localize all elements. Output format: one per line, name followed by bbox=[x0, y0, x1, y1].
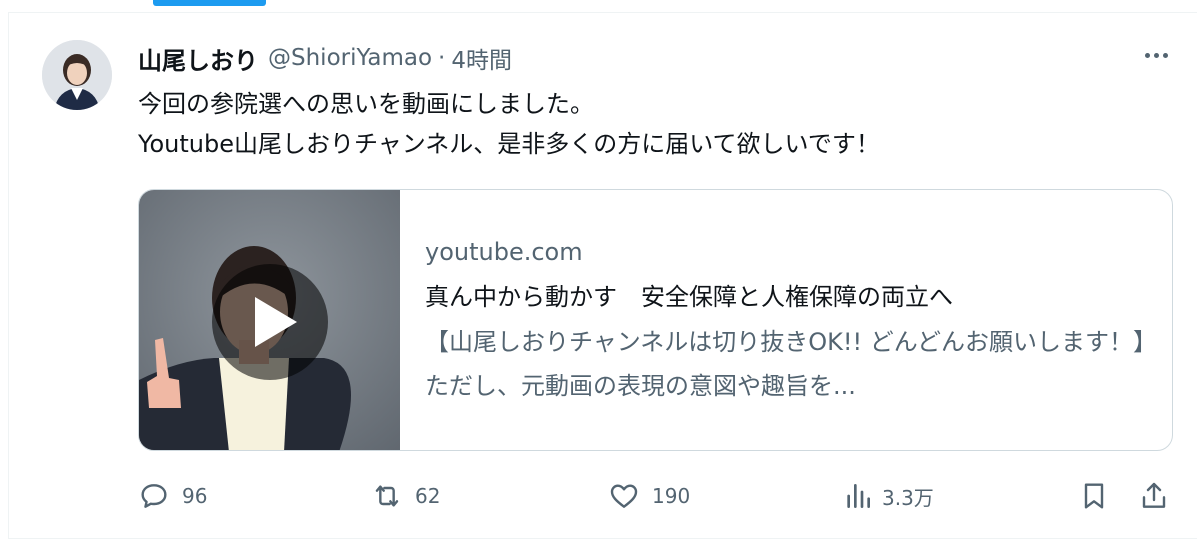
card-domain: youtube.com bbox=[425, 238, 583, 266]
heart-icon bbox=[610, 484, 638, 508]
tab-active-indicator bbox=[153, 0, 266, 6]
tweet-actions: 96 62 190 3.3万 bbox=[138, 474, 1173, 518]
bookmark-icon bbox=[1084, 483, 1104, 509]
like-button[interactable]: 190 bbox=[608, 474, 690, 518]
more-icon[interactable] bbox=[1138, 44, 1174, 66]
tweet-header: 山尾しおり @ShioriYamao · 4時間 bbox=[138, 38, 512, 78]
like-count: 190 bbox=[652, 484, 691, 508]
author-handle[interactable]: @ShioriYamao bbox=[268, 45, 432, 71]
share-icon bbox=[1142, 482, 1166, 508]
views-button[interactable]: 3.3万 bbox=[842, 474, 934, 518]
reply-count: 96 bbox=[182, 484, 208, 508]
avatar[interactable] bbox=[42, 40, 112, 110]
card-body: youtube.com 真ん中から動かす 安全保障と人権保障の両立へ 【山尾しお… bbox=[425, 232, 1155, 408]
card-description: 【山尾しおりチャンネルは切り抜きOK!! どんどんお願いします！】ただし、元動画… bbox=[425, 328, 1146, 400]
card-thumbnail[interactable] bbox=[139, 190, 400, 450]
reply-button[interactable]: 96 bbox=[138, 474, 207, 518]
tweet-text-line: 今回の参院選への思いを動画にしました。 bbox=[138, 90, 594, 118]
retweet-button[interactable]: 62 bbox=[371, 474, 440, 518]
avatar-image bbox=[42, 40, 112, 110]
tweet-text: 今回の参院選への思いを動画にしました。 Youtube山尾しおりチャンネル、是非… bbox=[138, 84, 880, 164]
views-count: 3.3万 bbox=[882, 485, 934, 510]
separator-dot: · bbox=[438, 45, 446, 71]
views-icon bbox=[847, 484, 870, 508]
link-card[interactable]: youtube.com 真ん中から動かす 安全保障と人権保障の両立へ 【山尾しお… bbox=[138, 189, 1173, 451]
play-icon[interactable] bbox=[211, 263, 329, 381]
author-name[interactable]: 山尾しおり bbox=[138, 41, 258, 76]
card-title: 真ん中から動かす 安全保障と人権保障の両立へ bbox=[425, 283, 953, 311]
reply-icon bbox=[141, 484, 167, 508]
retweet-count: 62 bbox=[415, 484, 441, 508]
bookmark-button[interactable] bbox=[1078, 474, 1110, 518]
retweet-icon bbox=[375, 485, 399, 507]
share-button[interactable] bbox=[1138, 474, 1170, 518]
tweet-text-line: Youtube山尾しおりチャンネル、是非多くの方に届いて欲しいです！ bbox=[138, 130, 880, 158]
tweet-time[interactable]: 4時間 bbox=[451, 41, 512, 75]
